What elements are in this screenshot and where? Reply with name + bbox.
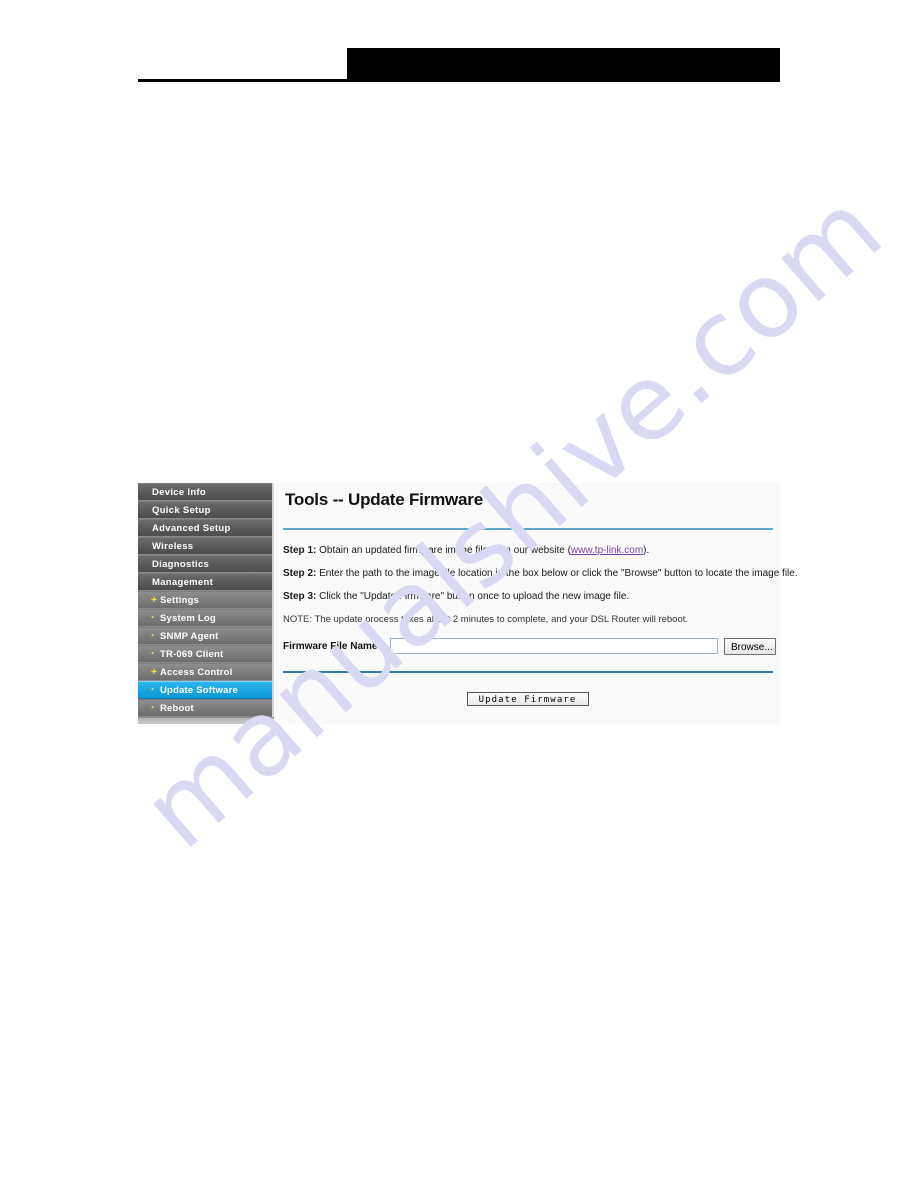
bullet-dot-icon: · (151, 684, 155, 696)
bullet-dot-icon: · (151, 702, 155, 714)
sidebar-item-label: System Log (160, 613, 216, 624)
sidebar-item-label: Advanced Setup (152, 523, 231, 534)
sidebar-item-reboot[interactable]: · Reboot (138, 699, 272, 717)
instruction-steps: Step 1: Obtain an updated firmware image… (283, 545, 798, 632)
router-admin-screenshot: Device Info Quick Setup Advanced Setup W… (138, 483, 798, 724)
step-2-text: Enter the path to the image file locatio… (316, 568, 798, 579)
step-2: Step 2: Enter the path to the image file… (283, 568, 798, 580)
bullet-dot-icon: · (151, 630, 155, 642)
step-1: Step 1: Obtain an updated firmware image… (283, 545, 775, 557)
sidebar-item-label: Update Software (160, 685, 238, 696)
sidebar-item-access-control[interactable]: + Access Control (138, 663, 272, 681)
sidebar-item-label: TR-069 Client (160, 649, 224, 660)
sidebar-item-snmp-agent[interactable]: · SNMP Agent (138, 627, 272, 645)
step-1-label: Step 1: (283, 545, 317, 556)
sidebar-item-advanced-setup[interactable]: Advanced Setup (138, 519, 272, 537)
expand-plus-icon: + (151, 595, 158, 606)
step-3-text: Click the "Update Firmware" button once … (316, 591, 630, 602)
sidebar-item-label: Device Info (152, 487, 206, 498)
page-header (0, 0, 918, 92)
sidebar-item-label: Management (152, 577, 214, 588)
sidebar-item-update-software[interactable]: · Update Software (138, 681, 272, 699)
update-firmware-button[interactable]: Update Firmware (466, 692, 589, 706)
bullet-dot-icon: · (151, 648, 155, 660)
divider-bottom (283, 671, 773, 673)
step-3: Step 3: Click the "Update Firmware" butt… (283, 591, 775, 603)
firmware-file-name-label: Firmware File Name: (283, 641, 381, 652)
divider-top (283, 528, 773, 530)
sidebar-item-label: Access Control (160, 667, 233, 678)
sidebar-item-device-info[interactable]: Device Info (138, 483, 272, 501)
sidebar-item-label: Reboot (160, 703, 194, 714)
sidebar-item-settings[interactable]: + Settings (138, 591, 272, 609)
bullet-dot-icon: · (151, 612, 155, 624)
submit-row: Update Firmware (275, 689, 780, 707)
sidebar-item-management[interactable]: Management (138, 573, 272, 591)
sidebar-navigation: Device Info Quick Setup Advanced Setup W… (138, 483, 274, 724)
sidebar-item-system-log[interactable]: · System Log (138, 609, 272, 627)
sidebar-item-label: Quick Setup (152, 505, 211, 516)
sidebar-item-label: Diagnostics (152, 559, 210, 570)
firmware-file-input[interactable] (390, 638, 718, 654)
step-1-text-after: ). (643, 545, 650, 556)
note-text: NOTE: The update process takes about 2 m… (283, 614, 689, 625)
sidebar-item-tr-069-client[interactable]: · TR-069 Client (138, 645, 272, 663)
sidebar-footer-strip (138, 717, 274, 724)
redacted-header-bar (347, 48, 780, 79)
sidebar-item-label: Settings (160, 595, 200, 606)
step-3-label: Step 3: (283, 591, 317, 602)
sidebar-item-wireless[interactable]: Wireless (138, 537, 272, 555)
content-panel: Tools -- Update Firmware Step 1: Obtain … (275, 483, 798, 724)
firmware-file-row: Firmware File Name: Browse... (283, 638, 776, 656)
tp-link-website-link[interactable]: www.tp-link.com (571, 545, 643, 556)
sidebar-item-diagnostics[interactable]: Diagnostics (138, 555, 272, 573)
page-title: Tools -- Update Firmware (285, 490, 483, 509)
sidebar-item-quick-setup[interactable]: Quick Setup (138, 501, 272, 519)
sidebar-item-label: Wireless (152, 541, 194, 552)
expand-plus-icon: + (151, 667, 158, 678)
step-1-text: Obtain an updated firmware image file fr… (316, 545, 571, 556)
step-2-label: Step 2: (283, 568, 317, 579)
header-rule (138, 79, 780, 82)
sidebar-item-label: SNMP Agent (160, 631, 219, 642)
browse-button[interactable]: Browse... (724, 638, 776, 655)
